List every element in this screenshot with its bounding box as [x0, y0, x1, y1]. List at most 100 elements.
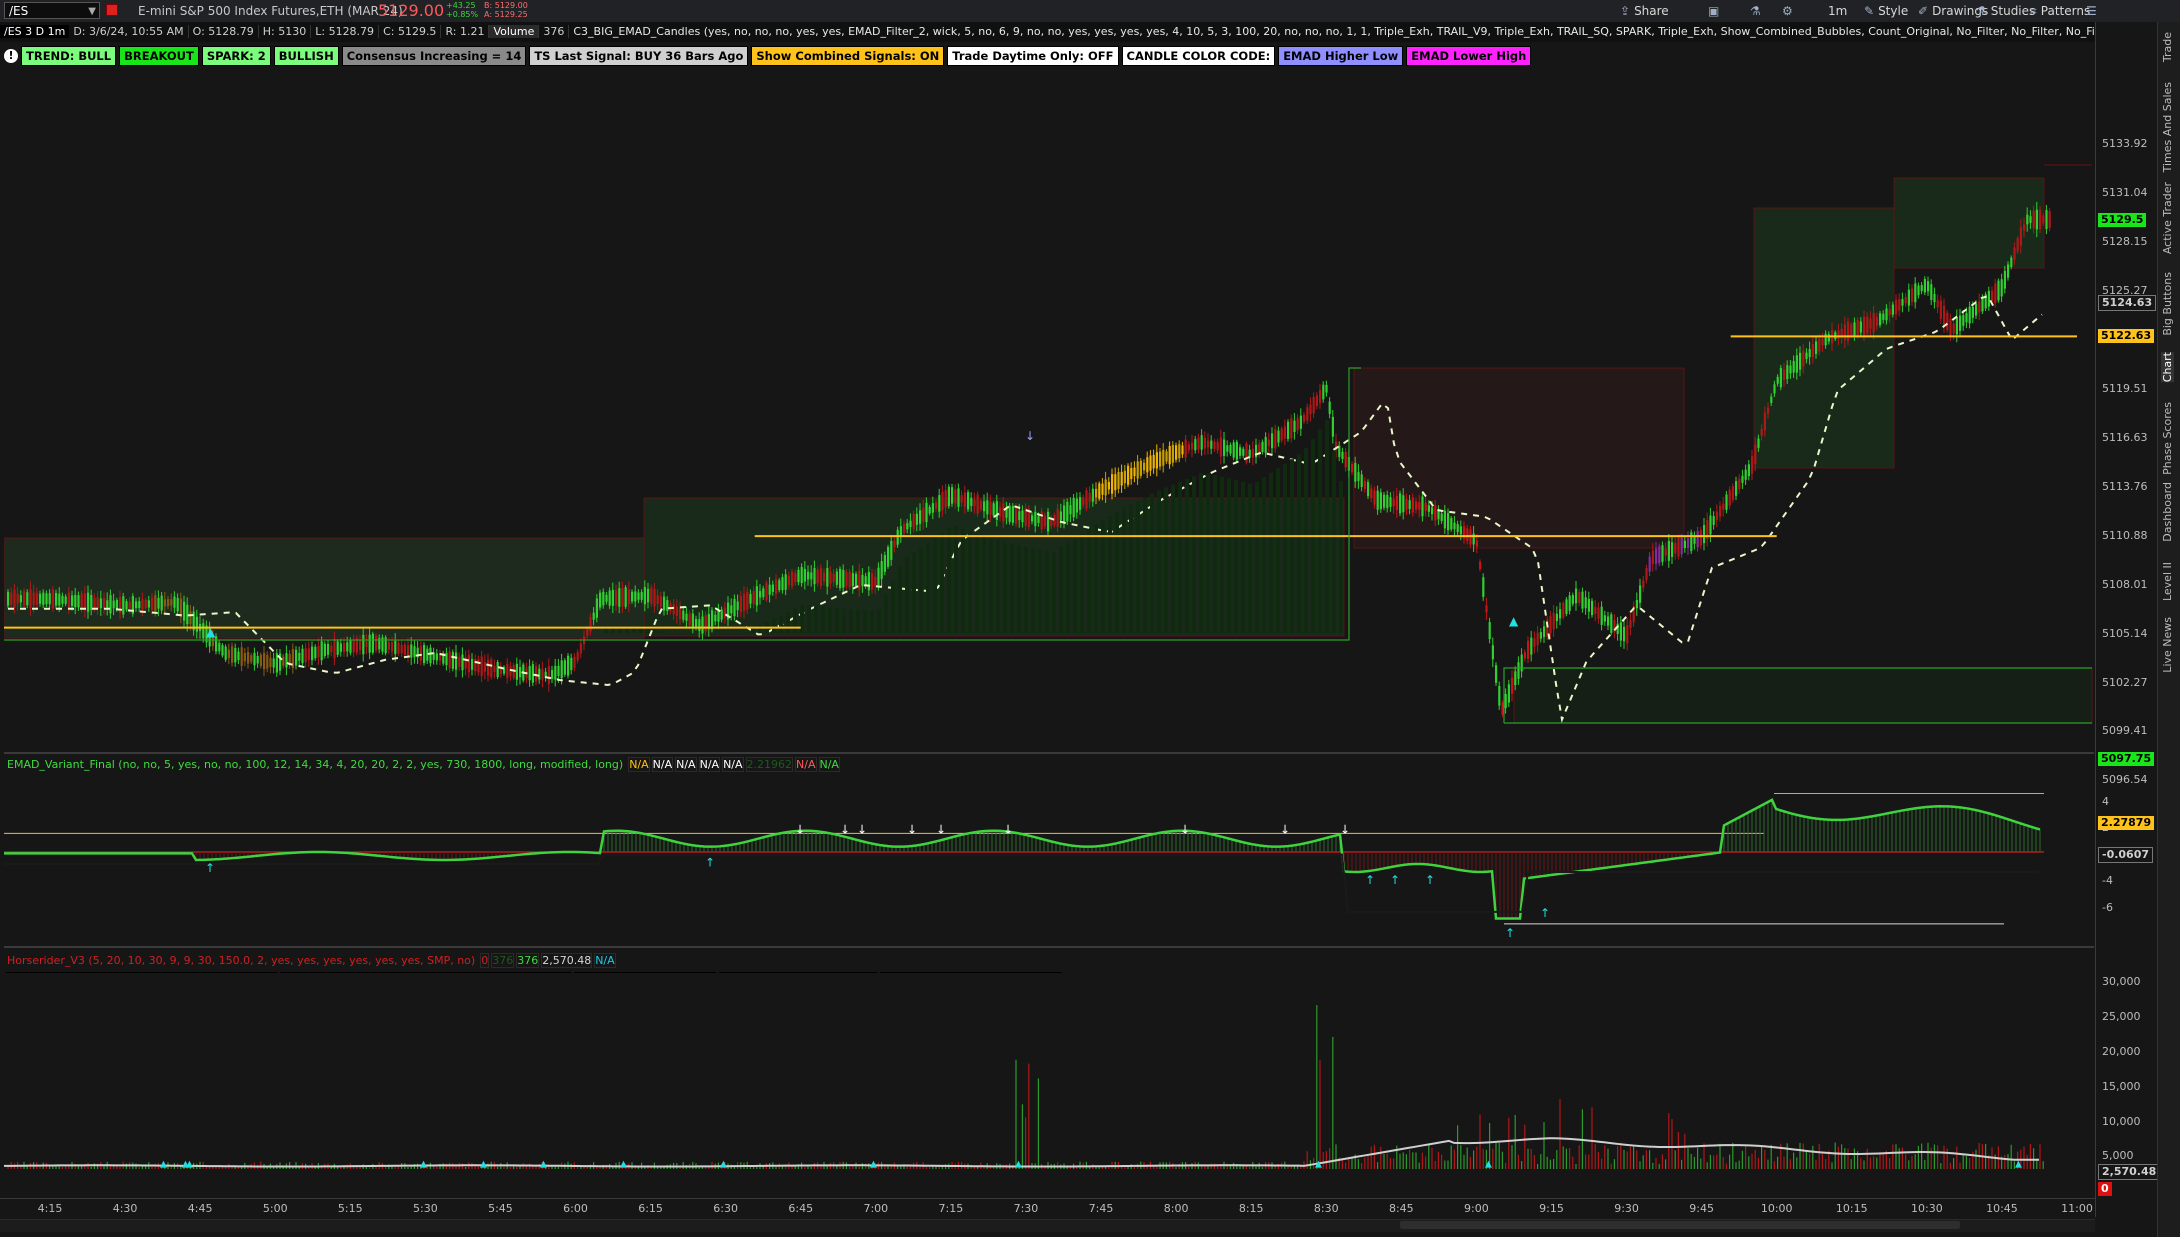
candle-body: [1811, 343, 1814, 357]
candle-body: [864, 576, 867, 586]
volume-label[interactable]: Volume: [489, 25, 540, 38]
candle-body: [413, 646, 416, 658]
shade-bar: [1171, 484, 1175, 633]
candle-body: [1866, 316, 1869, 333]
candle-body: [1507, 684, 1510, 703]
price-chart-pane[interactable]: ▲ ▲ ↓: [4, 68, 2094, 754]
shade-bar: [604, 628, 608, 633]
candle-body: [480, 656, 483, 677]
candle-body: [1907, 289, 1910, 306]
candle-body: [1306, 407, 1309, 421]
candle-body: [704, 615, 707, 632]
candle-body: [458, 656, 461, 667]
candle-body: [554, 665, 557, 680]
candle-body: [1799, 352, 1802, 370]
candle-body: [224, 646, 227, 660]
candle-body: [535, 666, 538, 682]
toolbar-button-patterns[interactable]: ⌗ Patterns: [2030, 3, 2090, 19]
down-arrow-icon: ↓: [1280, 822, 1290, 836]
candle-body: [407, 645, 410, 656]
toolbar-button-flask[interactable]: ⚗: [1750, 3, 1761, 19]
price-axis[interactable]: 5133.925131.045128.155125.275122.395119.…: [2095, 22, 2161, 1217]
side-tab-chart[interactable]: Chart: [2161, 352, 2174, 383]
candle-body: [599, 592, 602, 608]
candle-body: [1063, 505, 1066, 523]
toolbar-button-share[interactable]: ⇪ Share: [1620, 3, 1669, 19]
symbol-selector[interactable]: /ES ▼: [4, 2, 100, 19]
candle-body: [1456, 524, 1459, 533]
candle-body: [1155, 452, 1158, 469]
time-tick: 9:00: [1464, 1202, 1489, 1215]
toolbar-button-gear[interactable]: ⚙: [1782, 3, 1793, 19]
time-tick: 8:00: [1163, 1202, 1189, 1215]
candle-body: [1184, 439, 1187, 458]
candle-body: [1293, 420, 1296, 432]
candle-body: [147, 600, 150, 608]
oscillator-line: [4, 798, 2041, 920]
toolbar-button-style[interactable]: ✎ Style: [1864, 3, 1908, 19]
time-tick: 8:15: [1238, 1202, 1264, 1215]
candle-body: [1191, 442, 1194, 450]
side-tab-phase-scores[interactable]: Phase Scores: [2161, 402, 2174, 475]
candle-body: [1648, 556, 1651, 572]
candle-body: [1239, 447, 1242, 456]
shade-bar: [807, 605, 811, 633]
volume-study-name[interactable]: Horserider_V3 (5, 20, 10, 30, 9, 9, 30, …: [4, 953, 478, 968]
candle-body: [445, 652, 448, 666]
chart-header: /ES 3 D 1m D: 3/6/24, 10:55 AM O: 5128.79 H…: [0, 22, 2095, 42]
shade-bar: [751, 628, 755, 633]
candle-body: [154, 595, 157, 612]
shade-bar: [1017, 545, 1021, 633]
candle-body: [890, 540, 893, 560]
patterns-icon: ⌗: [2030, 3, 2037, 18]
toolbar-button-studies[interactable]: ⚗ Studies: [1976, 3, 2035, 19]
shade-bar: [968, 530, 972, 633]
signal-label: SPARK: 2: [201, 46, 271, 66]
side-tab-active-trader[interactable]: Active Trader: [2161, 182, 2174, 254]
link-color-icon[interactable]: [106, 4, 118, 16]
candle-body: [1075, 498, 1078, 513]
time-axis[interactable]: 4:15 4:30 4:45 5:00 5:15 5:30 5:45 6:00 6:15 6:30…: [0, 1198, 2095, 1219]
candle-body: [1107, 481, 1110, 490]
chevron-down-icon[interactable]: ▼: [88, 3, 96, 20]
shade-bar: [1094, 524, 1098, 633]
shade-bar: [1297, 454, 1301, 633]
candle-body: [1923, 278, 1926, 293]
oscillator-pane[interactable]: ↓ ↓ ↓ ↓ ↓ ↓ ↓ ↓ ↓ ↑ ↑ ↑ ↑ ↑ ↑ ↑: [4, 774, 2094, 948]
candle-body: [1837, 330, 1840, 339]
side-tab-times-and-sales[interactable]: Times And Sales: [2161, 82, 2174, 172]
chart-id[interactable]: /ES 3 D 1m: [0, 25, 70, 38]
candle-body: [1200, 435, 1203, 450]
candle-body: [301, 648, 304, 664]
side-tab-level-ii[interactable]: Level II: [2161, 562, 2174, 601]
alert-icon[interactable]: !: [4, 49, 18, 63]
candle-body: [285, 653, 288, 668]
study-parameters[interactable]: C3_BIG_EMAD_Candles (yes, no, no, no, ye…: [569, 25, 2095, 38]
candle-body: [1808, 349, 1811, 358]
candle-body: [1754, 444, 1757, 464]
toolbar-button-menu[interactable]: ☰: [2086, 3, 2097, 19]
shade-bar: [877, 609, 881, 633]
lower-envelope: [4, 853, 2038, 913]
candle-body: [221, 645, 224, 656]
time-tick: 7:45: [1088, 1202, 1114, 1215]
candle-body: [496, 661, 499, 678]
candle-body: [1939, 300, 1942, 319]
toolbar-button-1m[interactable]: 1m: [1828, 3, 1847, 19]
candle-body: [1693, 537, 1696, 544]
candle-body: [701, 616, 704, 634]
oscillator-study-name[interactable]: EMAD_Variant_Final (no, no, 5, yes, no, …: [4, 757, 626, 772]
side-tab-big-buttons[interactable]: Big Buttons: [2161, 272, 2174, 336]
side-tab-dashboard[interactable]: Dashboard: [2161, 482, 2174, 542]
side-tab-live-news[interactable]: Live News: [2161, 617, 2174, 673]
scrollbar-thumb[interactable]: [1400, 1221, 1960, 1229]
candle-body: [1770, 396, 1773, 403]
toolbar-button-window[interactable]: ▣: [1708, 3, 1719, 19]
candle-body: [1975, 303, 1978, 316]
side-tab-trade[interactable]: Trade: [2161, 32, 2174, 62]
volume-pane[interactable]: ▲ ▲ ▲ ▲ ▲ ▲ ▲ ▲ ▲ ▲ ▲ ▲ ▲: [4, 973, 2094, 1196]
ask-price: A: 5129.25: [484, 10, 528, 19]
candle-body: [365, 641, 368, 648]
volume-tag: 2,570.48: [2098, 1164, 2161, 1180]
candle-body: [1194, 439, 1197, 451]
